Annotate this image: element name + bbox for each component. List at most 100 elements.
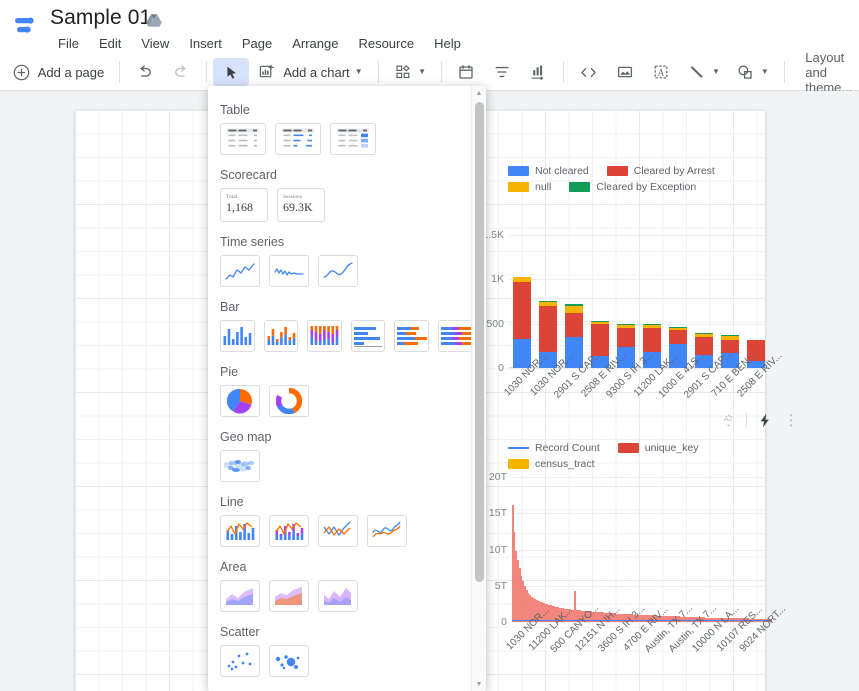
select-tool-button[interactable]	[213, 58, 249, 86]
histogram-bars	[512, 470, 771, 622]
chart-type-100-stacked-bar-chart[interactable]	[438, 320, 473, 352]
legend-label: census_tract	[535, 458, 595, 470]
scrollbar-thumb[interactable]	[475, 102, 484, 582]
chart-type-100-stacked-column-chart[interactable]	[307, 320, 342, 352]
chart-type-smoothed-line-chart[interactable]	[367, 515, 407, 547]
drive-icon[interactable]	[145, 13, 163, 29]
chart-type-100-stacked-area-chart[interactable]	[318, 580, 358, 612]
chart-plot-area: 05T10T15T20T1030 NOR...11200 LAK...500 C…	[512, 470, 771, 622]
bar-segment[interactable]	[565, 313, 584, 337]
menu-view[interactable]: View	[131, 34, 179, 53]
line-button[interactable]: ▼	[679, 58, 728, 86]
menu-edit[interactable]: Edit	[89, 34, 131, 53]
panel-scrollbar[interactable]: ▲ ▼	[471, 86, 486, 691]
menu-file[interactable]: File	[48, 34, 89, 53]
calendar-icon	[456, 62, 476, 82]
sort-az-icon[interactable]: AZ	[720, 412, 736, 428]
document-title[interactable]: Sample 01	[50, 6, 151, 30]
100-stacked-area-chart-icon	[322, 585, 354, 607]
add-chart-button[interactable]: Add a chart ▼	[249, 58, 370, 86]
chart-type-table-with-bars[interactable]	[275, 123, 321, 155]
redo-button[interactable]	[163, 58, 199, 86]
menu-arrange[interactable]: Arrange	[282, 34, 348, 53]
date-range-button[interactable]	[448, 58, 484, 86]
chart-record-count[interactable]: Record Count unique_key census_tract 05T10…	[475, 442, 775, 682]
layout-and-theme-button[interactable]: Layout and theme...	[805, 50, 859, 95]
section-title: Scatter	[220, 625, 472, 639]
menu-insert[interactable]: Insert	[179, 34, 232, 53]
legend-item[interactable]: unique_key	[618, 442, 699, 454]
line-chart-icon	[322, 519, 354, 543]
add-control-button[interactable]: ▼	[385, 58, 434, 86]
legend-item[interactable]: null	[508, 181, 551, 193]
chart-stacked-bar[interactable]: Not cleared Cleared by Arrest null Cleared …	[475, 165, 775, 420]
image-button[interactable]	[607, 58, 643, 86]
bar-segment[interactable]	[539, 306, 558, 351]
more-vertical-icon[interactable]	[783, 412, 799, 428]
chart-type-stacked-area-chart[interactable]	[269, 580, 309, 612]
menu-help[interactable]: Help	[424, 34, 471, 53]
shape-button[interactable]: ▼	[728, 58, 777, 86]
scorecard-value: 69.3K	[283, 201, 313, 215]
chart-type-donut-chart[interactable]	[269, 385, 309, 417]
menu-resource[interactable]: Resource	[348, 34, 424, 53]
area-chart-icon	[224, 585, 256, 607]
bar-segment[interactable]	[669, 330, 688, 344]
section-title: Area	[220, 560, 472, 574]
chart-type-stacked-bar-chart[interactable]	[394, 320, 429, 352]
chart-type-stacked-combo-chart[interactable]	[269, 515, 309, 547]
bar-segment[interactable]	[643, 328, 662, 352]
chart-type-scorecard-compact[interactable]: Sessions69.3K	[277, 188, 325, 222]
bar-column[interactable]	[509, 277, 535, 368]
y-axis-tick-label: 10T	[489, 544, 507, 556]
legend-item[interactable]: census_tract	[508, 458, 595, 470]
embed-url-button[interactable]	[571, 58, 607, 86]
legend-swatch	[508, 459, 529, 469]
combo-chart-icon	[224, 519, 256, 543]
chart-type-column-chart[interactable]	[220, 320, 255, 352]
chart-type-scorecard[interactable]: Total1,168	[220, 188, 268, 222]
chevron-up-icon[interactable]: ▲	[472, 86, 486, 100]
chart-type-table-plain[interactable]	[220, 123, 266, 155]
filter-control-button[interactable]	[484, 58, 520, 86]
chart-type-scatter-chart[interactable]	[220, 645, 260, 677]
add-page-button[interactable]: Add a page	[4, 58, 113, 86]
chart-type-time-series-line[interactable]	[220, 255, 260, 287]
legend-item[interactable]: Cleared by Arrest	[607, 165, 715, 177]
text-box-button[interactable]: A	[643, 58, 679, 86]
chart-type-list[interactable]: TableScorecardTotal1,168Sessions69.3KTim…	[208, 86, 472, 691]
chevron-down-icon[interactable]: ▼	[472, 677, 486, 691]
sort-control-button[interactable]	[520, 58, 556, 86]
chart-type-area-chart[interactable]	[220, 580, 260, 612]
legend-item[interactable]: Not cleared	[508, 165, 589, 177]
bar-segment[interactable]	[617, 328, 636, 347]
chart-type-time-series-dense[interactable]	[269, 255, 309, 287]
legend-swatch	[508, 182, 529, 192]
tile-row	[220, 123, 472, 155]
tile-row	[220, 645, 472, 677]
menu-page[interactable]: Page	[232, 34, 282, 53]
undo-button[interactable]	[127, 58, 163, 86]
legend-line	[508, 447, 529, 449]
bar-segment[interactable]	[565, 306, 584, 313]
menu-bar: File Edit View Insert Page Arrange Resou…	[48, 33, 471, 53]
bar-segment[interactable]	[513, 282, 532, 339]
add-chart-panel[interactable]: TableScorecardTotal1,168Sessions69.3KTim…	[208, 86, 486, 691]
bar-chart-icon	[352, 324, 384, 348]
chart-type-pie-chart[interactable]	[220, 385, 260, 417]
legend-item[interactable]: Cleared by Exception	[569, 181, 696, 193]
time-series-smooth-icon	[322, 261, 354, 281]
chart-type-bar-chart[interactable]	[351, 320, 386, 352]
chart-type-geo-map[interactable]	[220, 450, 260, 482]
chart-type-bubble-chart[interactable]	[269, 645, 309, 677]
chart-type-line-chart[interactable]	[318, 515, 358, 547]
stacked-area-chart-icon	[273, 585, 305, 607]
chart-type-combo-chart[interactable]	[220, 515, 260, 547]
legend-item[interactable]: Record Count	[508, 442, 600, 454]
legend-label: Not cleared	[535, 165, 589, 177]
chart-type-table-with-heatmap[interactable]	[330, 123, 376, 155]
chart-type-time-series-smooth[interactable]	[318, 255, 358, 287]
lightning-icon[interactable]	[757, 412, 773, 428]
chart-type-stacked-column-chart[interactable]	[264, 320, 299, 352]
stacked-combo-chart-icon	[273, 519, 305, 543]
